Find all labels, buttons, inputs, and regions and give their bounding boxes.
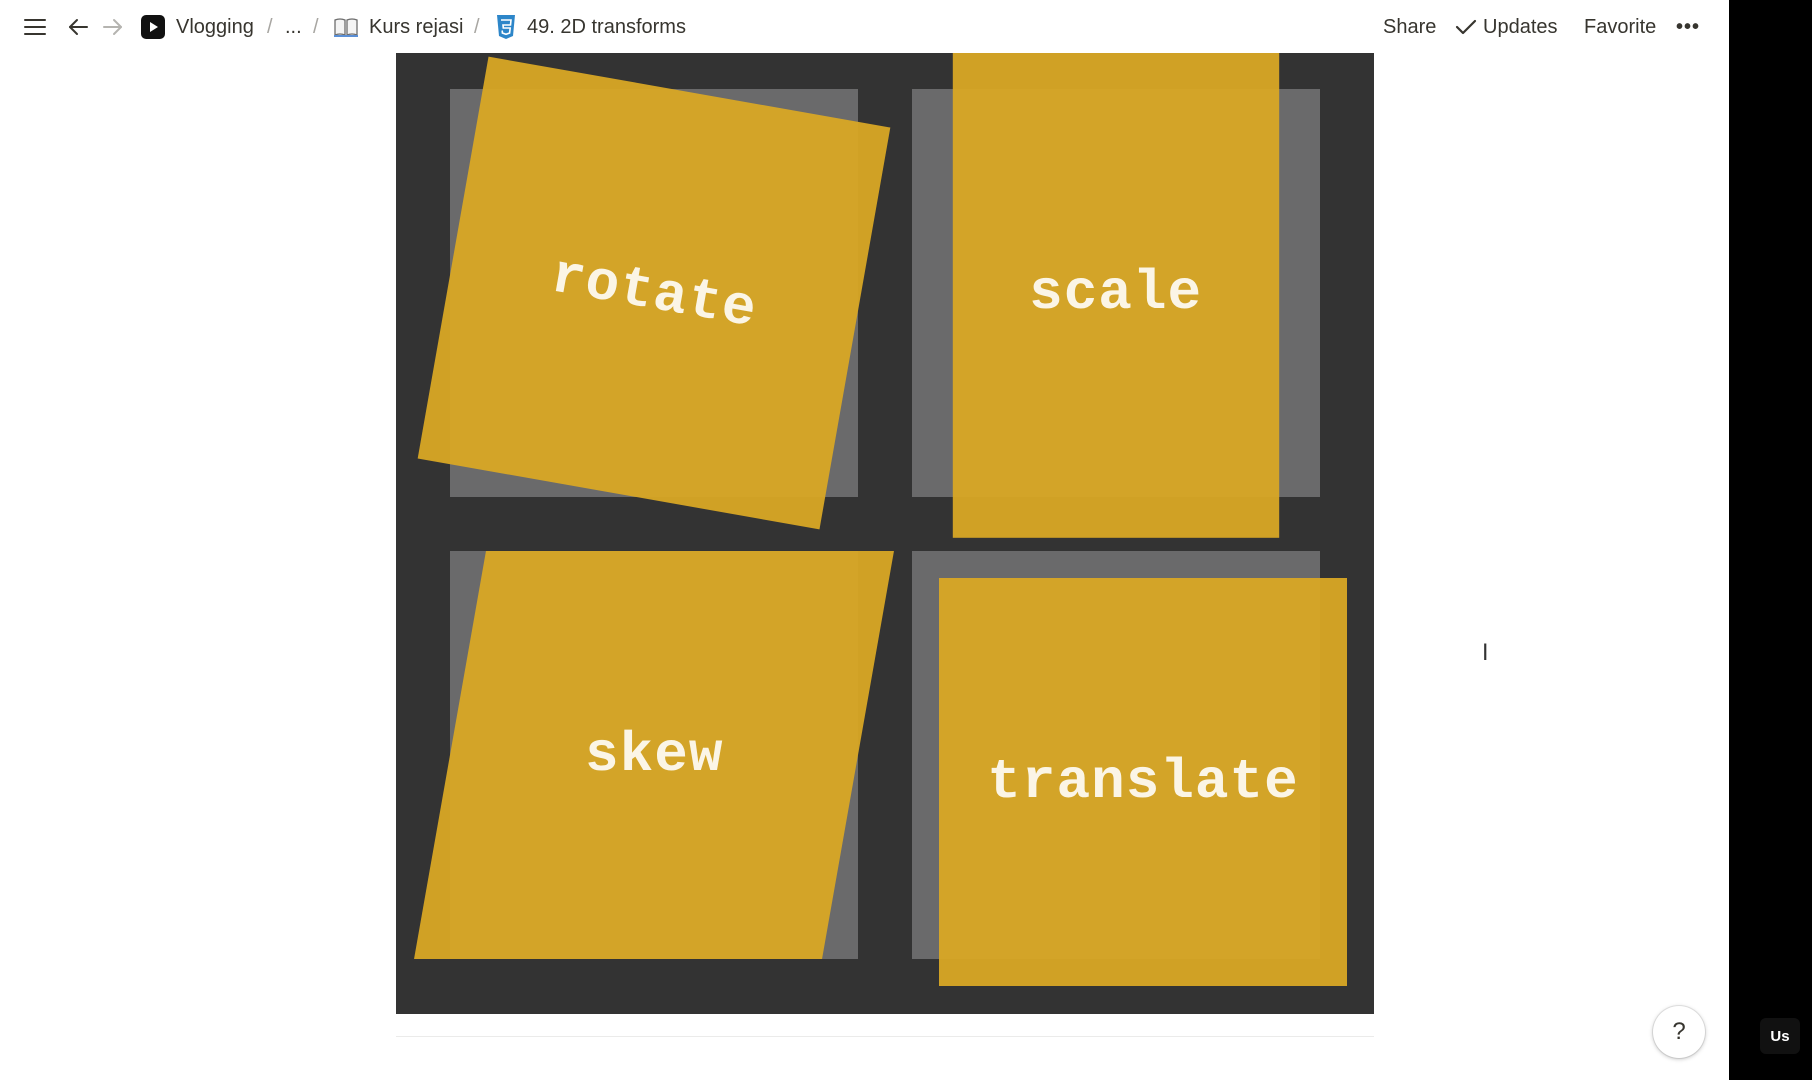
forward-button[interactable] bbox=[96, 10, 130, 44]
breadcrumb-separator: / bbox=[267, 15, 273, 38]
updates-label: Updates bbox=[1483, 15, 1558, 38]
more-horizontal-icon: ••• bbox=[1676, 15, 1701, 38]
share-button[interactable]: Share bbox=[1383, 10, 1436, 44]
arrow-left-icon bbox=[69, 19, 88, 35]
top-bar: Vlogging / ... / Kurs rejasi / 49. 2D tr… bbox=[0, 0, 1729, 53]
notion-window: Vlogging / ... / Kurs rejasi / 49. 2D tr… bbox=[0, 0, 1729, 1080]
breadcrumb-kurs-rejasi[interactable]: Kurs rejasi bbox=[333, 10, 463, 44]
more-options-button[interactable]: ••• bbox=[1676, 10, 1700, 44]
skew-label: skew bbox=[584, 723, 724, 787]
translate-card: translate bbox=[939, 578, 1347, 986]
arrow-right-icon bbox=[103, 19, 122, 35]
scale-label: scale bbox=[1029, 261, 1203, 325]
back-button[interactable] bbox=[61, 10, 95, 44]
breadcrumb-separator: / bbox=[474, 15, 480, 38]
checkmark-icon bbox=[1455, 18, 1477, 36]
app-badge-icon[interactable]: Us bbox=[1760, 1018, 1800, 1054]
breadcrumb-vlogging[interactable]: Vlogging bbox=[140, 10, 254, 44]
transforms-figure: rotate scale skew translate bbox=[396, 53, 1374, 1014]
content-divider bbox=[396, 1036, 1374, 1037]
breadcrumb-label: Kurs rejasi bbox=[369, 15, 464, 38]
sidebar-toggle-button[interactable] bbox=[18, 10, 52, 44]
scale-card: scale bbox=[952, 53, 1280, 538]
breadcrumb-label: 49. 2D transforms bbox=[527, 15, 686, 38]
open-book-icon bbox=[333, 16, 359, 38]
rotate-label: rotate bbox=[546, 243, 762, 343]
skew-card: skew bbox=[414, 551, 894, 959]
help-button[interactable]: ? bbox=[1653, 1006, 1705, 1058]
breadcrumb-current-page[interactable]: 49. 2D transforms bbox=[495, 10, 686, 44]
updates-button[interactable]: Updates bbox=[1455, 10, 1558, 44]
youtube-icon bbox=[140, 14, 166, 40]
breadcrumb-separator: / bbox=[313, 15, 319, 38]
translate-label: translate bbox=[987, 750, 1299, 814]
breadcrumb-ellipsis[interactable]: ... bbox=[285, 10, 302, 44]
breadcrumb-label: Vlogging bbox=[176, 15, 254, 38]
favorite-button[interactable]: Favorite bbox=[1584, 10, 1656, 44]
desktop-edge bbox=[1729, 0, 1812, 1080]
hamburger-menu-icon bbox=[24, 19, 46, 35]
rotate-card: rotate bbox=[417, 56, 891, 530]
text-cursor-icon: I bbox=[1482, 641, 1489, 666]
css3-icon bbox=[495, 14, 517, 40]
